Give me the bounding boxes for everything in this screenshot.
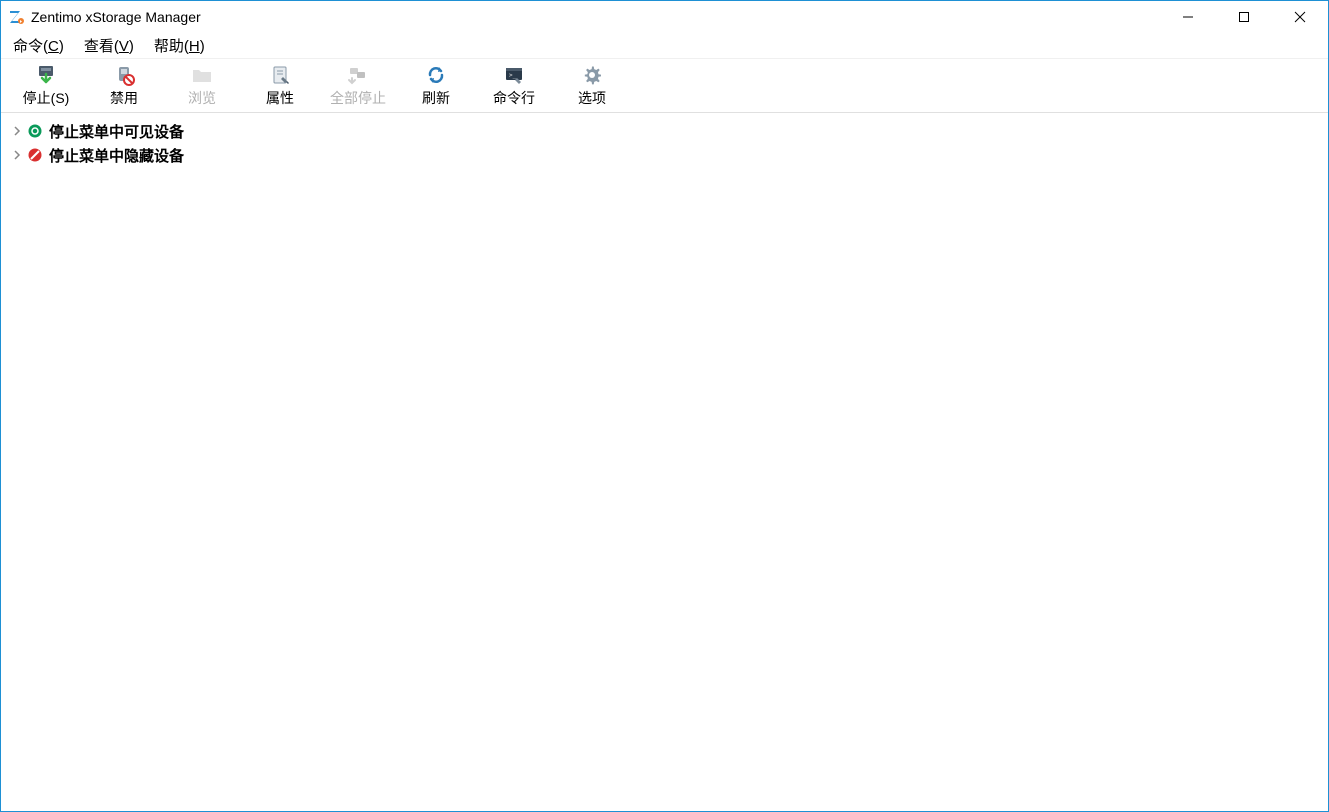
chevron-right-icon	[11, 125, 23, 137]
hidden-status-icon	[27, 147, 43, 163]
properties-button[interactable]: 属性	[241, 59, 319, 112]
stop-button[interactable]: 停止(S)	[7, 59, 85, 112]
window-controls	[1160, 1, 1328, 33]
close-button[interactable]	[1272, 1, 1328, 33]
cmdline-button[interactable]: >_ 命令行	[475, 59, 553, 112]
toolbar: 停止(S) 禁用 浏览	[1, 59, 1328, 113]
minimize-button[interactable]	[1160, 1, 1216, 33]
window-title: Zentimo xStorage Manager	[31, 9, 1160, 25]
disable-icon	[113, 64, 135, 86]
disable-button[interactable]: 禁用	[85, 59, 163, 112]
visible-status-icon	[27, 123, 43, 139]
menubar: 命令(C) 查看(V) 帮助(H)	[1, 33, 1328, 59]
svg-text:>_: >_	[509, 72, 517, 79]
tree-hidden-devices[interactable]: 停止菜单中隐藏设备	[11, 143, 1318, 167]
browse-button[interactable]: 浏览	[163, 59, 241, 112]
stop-label: 停止(S)	[23, 88, 70, 108]
stop-all-button[interactable]: 全部停止	[319, 59, 397, 112]
refresh-label: 刷新	[422, 88, 450, 108]
menu-command[interactable]: 命令(C)	[7, 33, 70, 58]
hidden-devices-label: 停止菜单中隐藏设备	[49, 145, 184, 166]
cmdline-label: 命令行	[493, 88, 535, 108]
menu-help[interactable]: 帮助(H)	[148, 33, 211, 58]
disable-label: 禁用	[110, 88, 138, 108]
properties-icon	[269, 64, 291, 86]
visible-devices-label: 停止菜单中可见设备	[49, 121, 184, 142]
menu-view[interactable]: 查看(V)	[78, 33, 140, 58]
maximize-button[interactable]	[1216, 1, 1272, 33]
stop-all-label: 全部停止	[330, 88, 386, 108]
refresh-icon	[425, 64, 447, 86]
main-window: Zentimo xStorage Manager 命令(C) 查看(V) 帮助(…	[0, 0, 1329, 812]
folder-icon	[191, 64, 213, 86]
content-area: 停止菜单中可见设备 停止菜单中隐藏设备	[1, 113, 1328, 811]
options-label: 选项	[578, 88, 606, 108]
properties-label: 属性	[266, 88, 294, 108]
stop-all-icon	[347, 64, 369, 86]
terminal-icon: >_	[503, 64, 525, 86]
browse-label: 浏览	[188, 88, 216, 108]
titlebar: Zentimo xStorage Manager	[1, 1, 1328, 33]
tree-visible-devices[interactable]: 停止菜单中可见设备	[11, 119, 1318, 143]
app-icon	[7, 8, 25, 26]
options-button[interactable]: 选项	[553, 59, 631, 112]
refresh-button[interactable]: 刷新	[397, 59, 475, 112]
stop-icon	[35, 64, 57, 86]
gear-icon	[581, 64, 603, 86]
chevron-right-icon	[11, 149, 23, 161]
